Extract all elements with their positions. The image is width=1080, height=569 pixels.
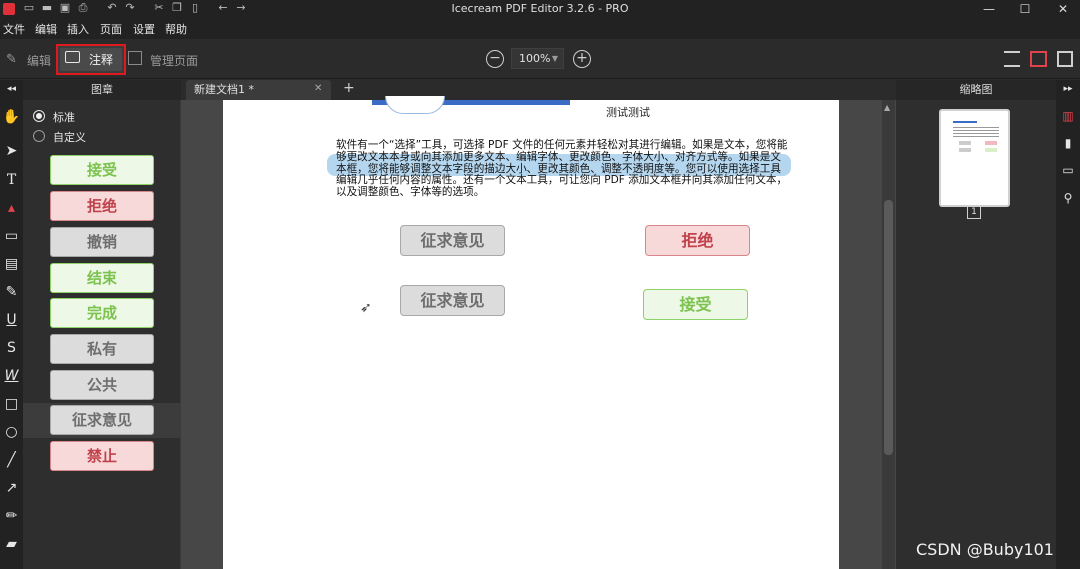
stamp-confidential[interactable]: 私有 xyxy=(50,334,154,364)
arrow-tool-icon[interactable]: ↗ xyxy=(0,476,23,500)
note-tool-icon[interactable]: ▭ xyxy=(0,224,23,248)
manage-pages-label[interactable]: 管理页面 xyxy=(150,52,198,69)
manage-pages-icon[interactable] xyxy=(128,51,142,65)
annotate-mode-label: 注释 xyxy=(89,53,114,67)
strikethrough-tool-icon[interactable]: S xyxy=(0,336,23,360)
thumb-line xyxy=(953,121,977,123)
eraser-tool-icon[interactable]: ▰ xyxy=(0,532,23,556)
zoom-value: 100% xyxy=(519,52,551,65)
doc-stamp-accept[interactable]: 接受 xyxy=(643,289,748,320)
menu-help[interactable]: 帮助 xyxy=(165,21,187,37)
collapse-left-icon[interactable]: ◂◂ xyxy=(0,80,23,98)
search-icon[interactable]: ⚲ xyxy=(1056,186,1080,210)
radio-standard-label: 标准 xyxy=(53,111,75,124)
close-button[interactable]: ✕ xyxy=(1040,0,1080,19)
doc-stamp-reject[interactable]: 拒绝 xyxy=(645,225,750,256)
bookmark-icon[interactable]: ▮ xyxy=(1056,131,1080,155)
two-page-view-icon[interactable] xyxy=(1030,51,1047,67)
expand-right-icon[interactable]: ▸▸ xyxy=(1056,80,1080,98)
squiggly-tool-icon[interactable]: W xyxy=(0,364,23,388)
document-heading[interactable]: 测试测试 xyxy=(606,104,650,120)
thumb-stamp xyxy=(985,141,997,145)
stamp-panel-title: 图章 xyxy=(23,80,181,100)
menu-settings[interactable]: 设置 xyxy=(133,21,155,37)
mouse-cursor-icon: ➶ xyxy=(360,300,372,316)
thumbnails-view-icon[interactable]: ▥ xyxy=(1056,104,1080,128)
menu-insert[interactable]: 插入 xyxy=(67,21,89,37)
comments-list-icon[interactable]: ▭ xyxy=(1056,158,1080,182)
chevron-down-icon: ▼ xyxy=(551,54,558,63)
zoom-in-icon[interactable]: + xyxy=(573,50,591,68)
text-tool-icon[interactable]: T xyxy=(0,168,23,192)
thumbnail-panel-title: 缩略图 xyxy=(896,80,1056,100)
stamp-public[interactable]: 公共 xyxy=(50,370,154,400)
stamp-void[interactable]: 撤销 xyxy=(50,227,154,257)
radio-custom[interactable] xyxy=(33,130,45,142)
menu-edit[interactable]: 编辑 xyxy=(35,21,57,37)
tab-document[interactable]: 新建文档1 * xyxy=(186,80,331,100)
window-title: Icecream PDF Editor 3.2.6 - PRO xyxy=(451,2,629,15)
select-tool-icon[interactable]: ➤ xyxy=(0,139,23,163)
hand-tool-icon[interactable]: ✋ xyxy=(0,105,23,129)
thumb-stamp xyxy=(985,148,997,152)
thumbnail-page-number: 1 xyxy=(967,206,981,219)
radio-standard-dot xyxy=(36,113,42,119)
zoom-out-icon[interactable]: − xyxy=(486,50,504,68)
page-circle-fragment xyxy=(385,96,445,114)
thumb-stamp xyxy=(959,141,971,145)
menu-file[interactable]: 文件 xyxy=(3,21,25,37)
edit-mode-label[interactable]: 编辑 xyxy=(27,52,51,69)
single-page-view-icon[interactable] xyxy=(1004,51,1020,67)
menu-page[interactable]: 页面 xyxy=(100,21,122,37)
tab-document-label: 新建文档1 * xyxy=(194,83,254,96)
tab-close-icon[interactable]: ✕ xyxy=(314,83,322,94)
fullscreen-icon[interactable] xyxy=(1057,51,1073,67)
page-thumbnail[interactable] xyxy=(939,109,1010,207)
scroll-up-icon[interactable]: ▲ xyxy=(884,103,890,112)
line-tool-icon[interactable]: ╱ xyxy=(0,448,23,472)
thumb-stamp xyxy=(959,148,971,152)
document-paragraph[interactable]: 软件有一个“选择”工具，可选择 PDF 文件的任何元素并轻松对其进行编辑。如果是… xyxy=(336,139,790,199)
stamp-for-comment[interactable]: 征求意见 xyxy=(50,405,154,435)
new-tab-button[interactable]: + xyxy=(343,80,355,96)
menu-bar: 文件 编辑 插入 页面 设置 帮助 xyxy=(0,19,1080,39)
zoom-select[interactable]: 100% ▼ xyxy=(511,48,564,69)
title-bar: ▭ ▬ ▣ ⎙ ↶ ↷ ✂ ❐ ▯ ← → Icecream PDF Edito… xyxy=(0,0,1080,19)
doc-stamp-for-comment-2[interactable]: 征求意见 xyxy=(400,285,505,316)
ellipse-tool-icon[interactable]: ○ xyxy=(0,420,23,444)
edit-mode-icon[interactable]: ✎ xyxy=(6,52,17,67)
doc-stamp-for-comment-1[interactable]: 征求意见 xyxy=(400,225,505,256)
stamp-tool-icon[interactable]: ▴ xyxy=(0,196,23,220)
stamp-accept[interactable]: 接受 xyxy=(50,155,154,185)
stamp-completed[interactable]: 完成 xyxy=(50,298,154,328)
radio-custom-label: 自定义 xyxy=(53,131,86,144)
pencil-tool-icon[interactable]: ✏ xyxy=(0,504,23,528)
textbox-tool-icon[interactable]: ▤ xyxy=(0,252,23,276)
underline-tool-icon[interactable]: U xyxy=(0,308,23,332)
radio-standard[interactable] xyxy=(33,110,45,122)
comment-icon xyxy=(65,51,80,63)
highlight-tool-icon[interactable]: ✎ xyxy=(0,280,23,304)
thumb-text xyxy=(953,127,999,137)
stamp-reject[interactable]: 拒绝 xyxy=(50,191,154,221)
watermark-text: CSDN @Buby101 xyxy=(916,540,1054,559)
stamp-forbidden[interactable]: 禁止 xyxy=(50,441,154,471)
scrollbar-thumb[interactable] xyxy=(884,200,893,455)
stamp-final[interactable]: 结束 xyxy=(50,263,154,293)
rectangle-tool-icon[interactable]: □ xyxy=(0,392,23,416)
